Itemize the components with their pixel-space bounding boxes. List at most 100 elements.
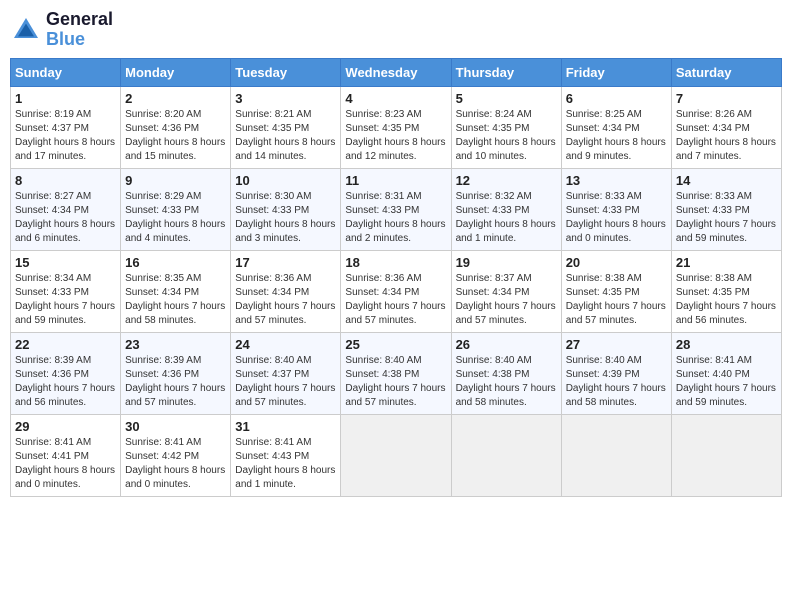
header-saturday: Saturday <box>671 58 781 86</box>
calendar-header-row: SundayMondayTuesdayWednesdayThursdayFrid… <box>11 58 782 86</box>
day-info: Sunrise: 8:33 AM Sunset: 4:33 PM Dayligh… <box>566 190 667 246</box>
day-info: Sunrise: 8:20 AM Sunset: 4:36 PM Dayligh… <box>125 108 226 164</box>
calendar-cell: 6 Sunrise: 8:25 AM Sunset: 4:34 PM Dayli… <box>561 86 671 168</box>
calendar-cell: 25 Sunrise: 8:40 AM Sunset: 4:38 PM Dayl… <box>341 332 451 414</box>
day-info: Sunrise: 8:34 AM Sunset: 4:33 PM Dayligh… <box>15 272 116 328</box>
header-sunday: Sunday <box>11 58 121 86</box>
day-info: Sunrise: 8:40 AM Sunset: 4:38 PM Dayligh… <box>456 354 557 410</box>
day-number: 26 <box>456 337 557 352</box>
day-number: 29 <box>15 419 116 434</box>
calendar-cell: 27 Sunrise: 8:40 AM Sunset: 4:39 PM Dayl… <box>561 332 671 414</box>
day-number: 21 <box>676 255 777 270</box>
day-number: 19 <box>456 255 557 270</box>
calendar-cell: 16 Sunrise: 8:35 AM Sunset: 4:34 PM Dayl… <box>121 250 231 332</box>
calendar-cell: 31 Sunrise: 8:41 AM Sunset: 4:43 PM Dayl… <box>231 414 341 496</box>
header: General Blue <box>10 10 782 50</box>
calendar-cell: 9 Sunrise: 8:29 AM Sunset: 4:33 PM Dayli… <box>121 168 231 250</box>
calendar-cell: 30 Sunrise: 8:41 AM Sunset: 4:42 PM Dayl… <box>121 414 231 496</box>
day-number: 24 <box>235 337 336 352</box>
day-number: 18 <box>345 255 446 270</box>
day-number: 2 <box>125 91 226 106</box>
day-number: 27 <box>566 337 667 352</box>
calendar-cell: 1 Sunrise: 8:19 AM Sunset: 4:37 PM Dayli… <box>11 86 121 168</box>
day-number: 17 <box>235 255 336 270</box>
logo-icon <box>10 14 42 46</box>
day-info: Sunrise: 8:23 AM Sunset: 4:35 PM Dayligh… <box>345 108 446 164</box>
logo: General Blue <box>10 10 113 50</box>
day-info: Sunrise: 8:36 AM Sunset: 4:34 PM Dayligh… <box>235 272 336 328</box>
day-number: 3 <box>235 91 336 106</box>
logo-text: General Blue <box>46 10 113 50</box>
header-thursday: Thursday <box>451 58 561 86</box>
calendar-cell: 20 Sunrise: 8:38 AM Sunset: 4:35 PM Dayl… <box>561 250 671 332</box>
day-number: 4 <box>345 91 446 106</box>
calendar-cell: 2 Sunrise: 8:20 AM Sunset: 4:36 PM Dayli… <box>121 86 231 168</box>
day-number: 15 <box>15 255 116 270</box>
calendar-cell: 10 Sunrise: 8:30 AM Sunset: 4:33 PM Dayl… <box>231 168 341 250</box>
day-info: Sunrise: 8:36 AM Sunset: 4:34 PM Dayligh… <box>345 272 446 328</box>
day-number: 12 <box>456 173 557 188</box>
week-row-4: 22 Sunrise: 8:39 AM Sunset: 4:36 PM Dayl… <box>11 332 782 414</box>
calendar-cell: 7 Sunrise: 8:26 AM Sunset: 4:34 PM Dayli… <box>671 86 781 168</box>
day-info: Sunrise: 8:25 AM Sunset: 4:34 PM Dayligh… <box>566 108 667 164</box>
day-number: 20 <box>566 255 667 270</box>
calendar-cell: 13 Sunrise: 8:33 AM Sunset: 4:33 PM Dayl… <box>561 168 671 250</box>
day-number: 30 <box>125 419 226 434</box>
day-info: Sunrise: 8:38 AM Sunset: 4:35 PM Dayligh… <box>566 272 667 328</box>
calendar-cell: 15 Sunrise: 8:34 AM Sunset: 4:33 PM Dayl… <box>11 250 121 332</box>
calendar-cell: 23 Sunrise: 8:39 AM Sunset: 4:36 PM Dayl… <box>121 332 231 414</box>
day-info: Sunrise: 8:41 AM Sunset: 4:43 PM Dayligh… <box>235 436 336 492</box>
day-number: 28 <box>676 337 777 352</box>
header-wednesday: Wednesday <box>341 58 451 86</box>
day-number: 11 <box>345 173 446 188</box>
day-info: Sunrise: 8:19 AM Sunset: 4:37 PM Dayligh… <box>15 108 116 164</box>
day-info: Sunrise: 8:41 AM Sunset: 4:40 PM Dayligh… <box>676 354 777 410</box>
calendar-cell: 21 Sunrise: 8:38 AM Sunset: 4:35 PM Dayl… <box>671 250 781 332</box>
header-monday: Monday <box>121 58 231 86</box>
day-number: 31 <box>235 419 336 434</box>
calendar: SundayMondayTuesdayWednesdayThursdayFrid… <box>10 58 782 497</box>
day-info: Sunrise: 8:24 AM Sunset: 4:35 PM Dayligh… <box>456 108 557 164</box>
day-info: Sunrise: 8:37 AM Sunset: 4:34 PM Dayligh… <box>456 272 557 328</box>
calendar-cell: 4 Sunrise: 8:23 AM Sunset: 4:35 PM Dayli… <box>341 86 451 168</box>
day-number: 7 <box>676 91 777 106</box>
week-row-3: 15 Sunrise: 8:34 AM Sunset: 4:33 PM Dayl… <box>11 250 782 332</box>
day-info: Sunrise: 8:40 AM Sunset: 4:39 PM Dayligh… <box>566 354 667 410</box>
calendar-cell <box>561 414 671 496</box>
day-info: Sunrise: 8:41 AM Sunset: 4:41 PM Dayligh… <box>15 436 116 492</box>
day-info: Sunrise: 8:21 AM Sunset: 4:35 PM Dayligh… <box>235 108 336 164</box>
calendar-cell: 29 Sunrise: 8:41 AM Sunset: 4:41 PM Dayl… <box>11 414 121 496</box>
calendar-cell: 3 Sunrise: 8:21 AM Sunset: 4:35 PM Dayli… <box>231 86 341 168</box>
calendar-cell: 17 Sunrise: 8:36 AM Sunset: 4:34 PM Dayl… <box>231 250 341 332</box>
calendar-cell: 28 Sunrise: 8:41 AM Sunset: 4:40 PM Dayl… <box>671 332 781 414</box>
day-info: Sunrise: 8:30 AM Sunset: 4:33 PM Dayligh… <box>235 190 336 246</box>
week-row-2: 8 Sunrise: 8:27 AM Sunset: 4:34 PM Dayli… <box>11 168 782 250</box>
calendar-cell: 8 Sunrise: 8:27 AM Sunset: 4:34 PM Dayli… <box>11 168 121 250</box>
day-info: Sunrise: 8:38 AM Sunset: 4:35 PM Dayligh… <box>676 272 777 328</box>
calendar-cell: 22 Sunrise: 8:39 AM Sunset: 4:36 PM Dayl… <box>11 332 121 414</box>
calendar-cell: 11 Sunrise: 8:31 AM Sunset: 4:33 PM Dayl… <box>341 168 451 250</box>
day-info: Sunrise: 8:39 AM Sunset: 4:36 PM Dayligh… <box>15 354 116 410</box>
day-info: Sunrise: 8:39 AM Sunset: 4:36 PM Dayligh… <box>125 354 226 410</box>
day-number: 10 <box>235 173 336 188</box>
header-friday: Friday <box>561 58 671 86</box>
day-info: Sunrise: 8:27 AM Sunset: 4:34 PM Dayligh… <box>15 190 116 246</box>
calendar-cell: 12 Sunrise: 8:32 AM Sunset: 4:33 PM Dayl… <box>451 168 561 250</box>
day-number: 1 <box>15 91 116 106</box>
day-number: 8 <box>15 173 116 188</box>
day-number: 13 <box>566 173 667 188</box>
calendar-cell <box>341 414 451 496</box>
week-row-1: 1 Sunrise: 8:19 AM Sunset: 4:37 PM Dayli… <box>11 86 782 168</box>
day-number: 16 <box>125 255 226 270</box>
day-info: Sunrise: 8:33 AM Sunset: 4:33 PM Dayligh… <box>676 190 777 246</box>
day-info: Sunrise: 8:31 AM Sunset: 4:33 PM Dayligh… <box>345 190 446 246</box>
day-number: 9 <box>125 173 226 188</box>
day-info: Sunrise: 8:32 AM Sunset: 4:33 PM Dayligh… <box>456 190 557 246</box>
calendar-cell: 26 Sunrise: 8:40 AM Sunset: 4:38 PM Dayl… <box>451 332 561 414</box>
calendar-cell: 5 Sunrise: 8:24 AM Sunset: 4:35 PM Dayli… <box>451 86 561 168</box>
day-number: 6 <box>566 91 667 106</box>
calendar-cell: 14 Sunrise: 8:33 AM Sunset: 4:33 PM Dayl… <box>671 168 781 250</box>
day-info: Sunrise: 8:41 AM Sunset: 4:42 PM Dayligh… <box>125 436 226 492</box>
day-number: 14 <box>676 173 777 188</box>
calendar-cell <box>671 414 781 496</box>
